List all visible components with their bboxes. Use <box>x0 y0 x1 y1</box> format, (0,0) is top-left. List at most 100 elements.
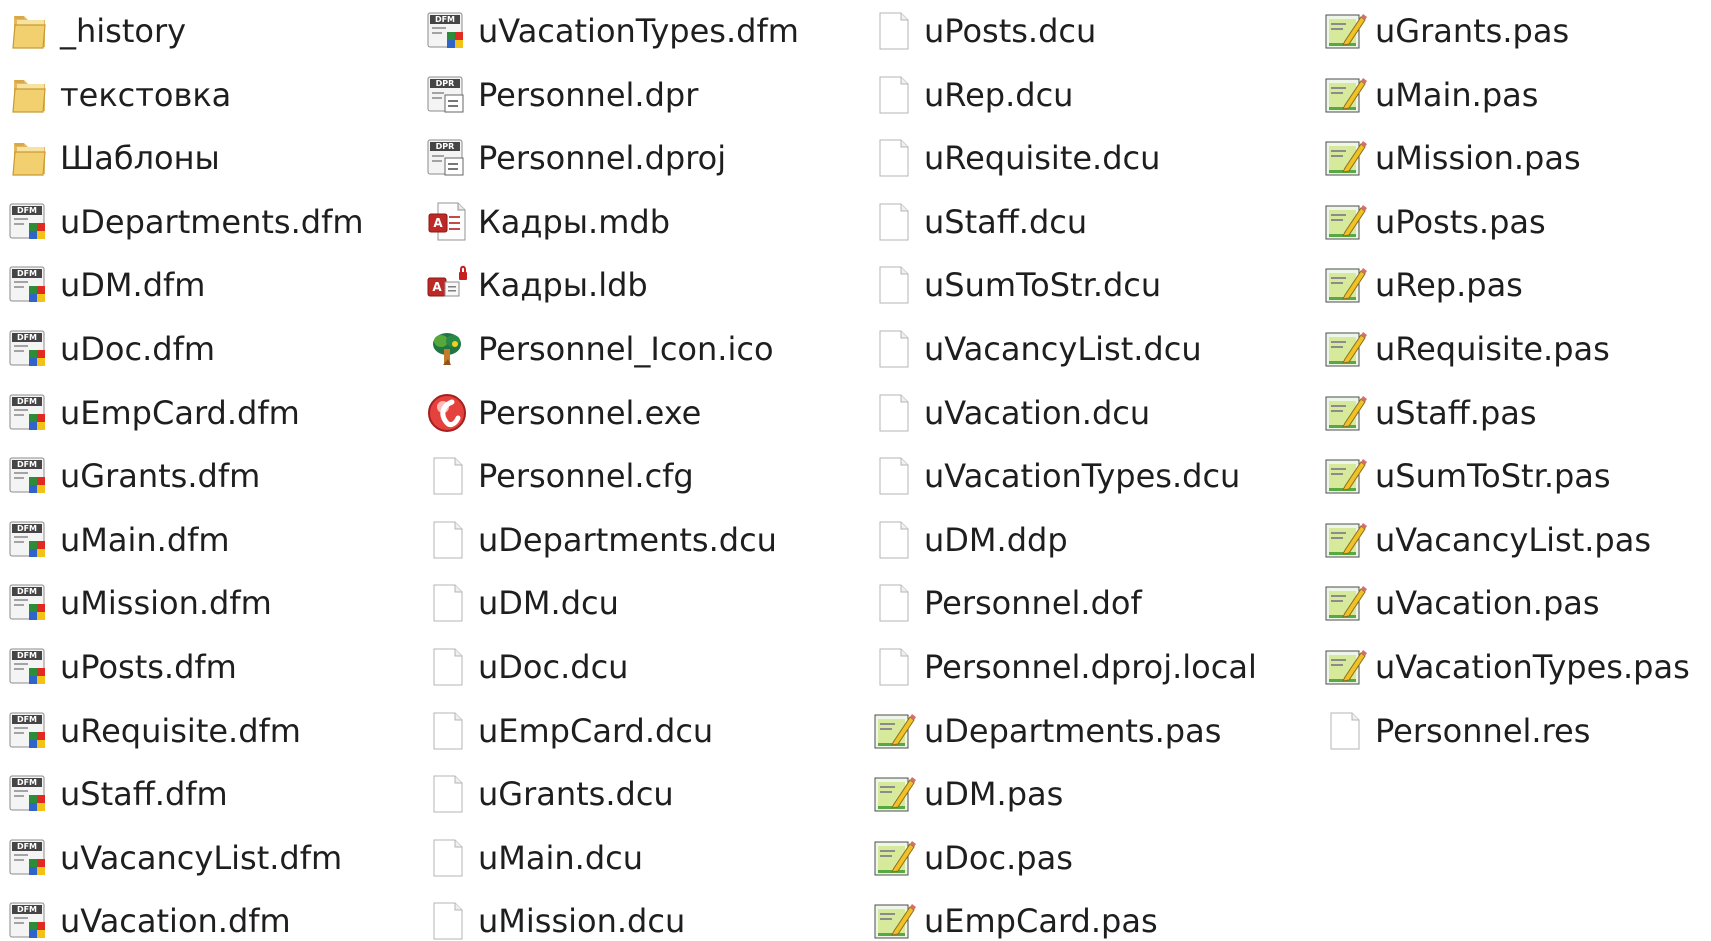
file-item[interactable]: DFM uVacationTypes.dfm <box>424 5 799 57</box>
file-item[interactable]: uVacationTypes.pas <box>1321 641 1690 693</box>
file-item[interactable]: uEmpCard.pas <box>870 895 1158 941</box>
svg-text:DFM: DFM <box>17 397 37 406</box>
file-item[interactable]: Шаблоны <box>6 132 220 184</box>
file-name: Personnel.dpr <box>478 75 699 114</box>
file-column-2: DFM uVacationTypes.dfm DPR Personnel.dpr <box>424 0 866 941</box>
file-item[interactable]: uSumToStr.dcu <box>870 259 1161 311</box>
file-item[interactable]: uSumToStr.pas <box>1321 450 1611 502</box>
file-item[interactable]: uVacancyList.pas <box>1321 514 1651 566</box>
file-item[interactable]: DFM uMain.dfm <box>6 514 230 566</box>
blank-file-icon <box>424 644 470 690</box>
file-item[interactable]: Personnel.exe <box>424 387 701 439</box>
file-item[interactable]: uStaff.pas <box>1321 387 1537 439</box>
file-name: uSumToStr.pas <box>1375 457 1611 496</box>
file-item[interactable]: DFM uDM.dfm <box>6 259 205 311</box>
file-item[interactable]: uMission.dcu <box>424 895 685 941</box>
file-name: uMission.dcu <box>478 902 686 941</box>
file-item[interactable]: DFM uDepartments.dfm <box>6 196 364 248</box>
file-item[interactable]: _history <box>6 5 186 57</box>
file-item[interactable]: uRep.pas <box>1321 259 1523 311</box>
svg-text:DFM: DFM <box>17 269 37 278</box>
pas-file-icon <box>870 708 916 754</box>
file-name: uPosts.pas <box>1375 202 1546 241</box>
file-name: uDepartments.dcu <box>478 520 777 559</box>
file-item[interactable]: uDoc.dcu <box>424 641 628 693</box>
dfm-file-icon: DFM <box>424 8 470 54</box>
dpr-file-icon: DPR <box>424 72 470 118</box>
file-name: uVacation.dfm <box>60 902 291 941</box>
blank-file-icon <box>870 517 916 563</box>
file-item[interactable]: uRequisite.dcu <box>870 132 1160 184</box>
file-item[interactable]: uStaff.dcu <box>870 196 1087 248</box>
file-item[interactable]: uGrants.dcu <box>424 768 674 820</box>
svg-text:DFM: DFM <box>17 651 37 660</box>
file-item[interactable]: Personnel.cfg <box>424 450 694 502</box>
svg-text:DPR: DPR <box>436 142 455 151</box>
svg-text:DFM: DFM <box>17 206 37 215</box>
pas-file-icon <box>1321 199 1367 245</box>
file-item[interactable]: uRequisite.pas <box>1321 323 1610 375</box>
file-item[interactable]: Personnel.dof <box>870 577 1142 629</box>
file-name: uMain.dfm <box>60 520 230 559</box>
file-item[interactable]: uDM.ddp <box>870 514 1068 566</box>
file-name: uDepartments.pas <box>924 711 1222 750</box>
file-item[interactable]: uMission.pas <box>1321 132 1581 184</box>
blank-file-icon <box>424 771 470 817</box>
file-item[interactable]: uVacation.pas <box>1321 577 1600 629</box>
file-item[interactable]: uDM.pas <box>870 768 1063 820</box>
file-item[interactable]: DFM uPosts.dfm <box>6 641 237 693</box>
file-item[interactable]: DFM uGrants.dfm <box>6 450 260 502</box>
file-name: Personnel.cfg <box>478 457 694 496</box>
file-item[interactable]: uEmpCard.dcu <box>424 705 713 757</box>
file-name: uVacation.pas <box>1375 584 1600 623</box>
file-item[interactable]: uMain.pas <box>1321 69 1538 121</box>
file-item[interactable]: uDepartments.pas <box>870 705 1221 757</box>
file-name: uSumToStr.dcu <box>924 266 1162 305</box>
file-item[interactable]: DFM uVacation.dfm <box>6 895 291 941</box>
pas-file-icon <box>1321 644 1367 690</box>
file-item[interactable]: DFM uStaff.dfm <box>6 768 228 820</box>
file-item[interactable]: DFM uDoc.dfm <box>6 323 215 375</box>
file-item[interactable]: DPR Personnel.dproj <box>424 132 726 184</box>
file-item[interactable]: DFM uRequisite.dfm <box>6 705 301 757</box>
file-item[interactable]: A Кадры.ldb <box>424 259 648 311</box>
file-name: uDoc.dfm <box>60 330 216 368</box>
folder-icon <box>6 135 52 181</box>
dfm-file-icon: DFM <box>6 771 52 817</box>
svg-text:A: A <box>432 280 442 294</box>
file-item[interactable]: uPosts.pas <box>1321 196 1546 248</box>
file-name: uVacationTypes.dcu <box>924 457 1241 496</box>
file-item[interactable]: текстовка <box>6 69 231 121</box>
file-item[interactable]: uMain.dcu <box>424 832 643 884</box>
file-item[interactable]: Personnel.res <box>1321 705 1590 757</box>
blank-file-icon <box>870 8 916 54</box>
file-name: uEmpCard.pas <box>924 902 1158 941</box>
dfm-file-icon: DFM <box>6 580 52 626</box>
blank-file-icon <box>424 835 470 881</box>
file-name: uEmpCard.dfm <box>60 393 300 432</box>
file-item[interactable]: uRep.dcu <box>870 69 1073 121</box>
file-item[interactable]: Personnel_Icon.ico <box>424 323 774 375</box>
file-item[interactable]: uDoc.pas <box>870 832 1073 884</box>
blank-file-icon <box>1321 708 1367 754</box>
file-item[interactable]: DFM uVacancyList.dfm <box>6 832 342 884</box>
file-name: uMain.dcu <box>478 838 644 877</box>
file-name: Кадры.ldb <box>478 266 648 305</box>
file-column-4: uGrants.pas uMain.pas uMission.pas uPost… <box>1321 0 1711 941</box>
svg-text:DFM: DFM <box>17 524 37 533</box>
file-name: uPosts.dfm <box>60 648 237 686</box>
file-item[interactable]: A Кадры.mdb <box>424 196 670 248</box>
file-item[interactable]: uDM.dcu <box>424 577 619 629</box>
file-item[interactable]: Personnel.dproj.local <box>870 641 1257 693</box>
file-name: uDM.dfm <box>60 266 206 305</box>
file-item[interactable]: DFM uEmpCard.dfm <box>6 387 300 439</box>
file-item[interactable]: uGrants.pas <box>1321 5 1569 57</box>
file-item[interactable]: uVacation.dcu <box>870 387 1150 439</box>
file-item[interactable]: DPR Personnel.dpr <box>424 69 698 121</box>
file-item[interactable]: DFM uMission.dfm <box>6 577 272 629</box>
file-item[interactable]: uVacancyList.dcu <box>870 323 1202 375</box>
file-item[interactable]: uDepartments.dcu <box>424 514 777 566</box>
file-name: uGrants.dcu <box>478 775 674 814</box>
file-item[interactable]: uPosts.dcu <box>870 5 1096 57</box>
file-item[interactable]: uVacationTypes.dcu <box>870 450 1240 502</box>
